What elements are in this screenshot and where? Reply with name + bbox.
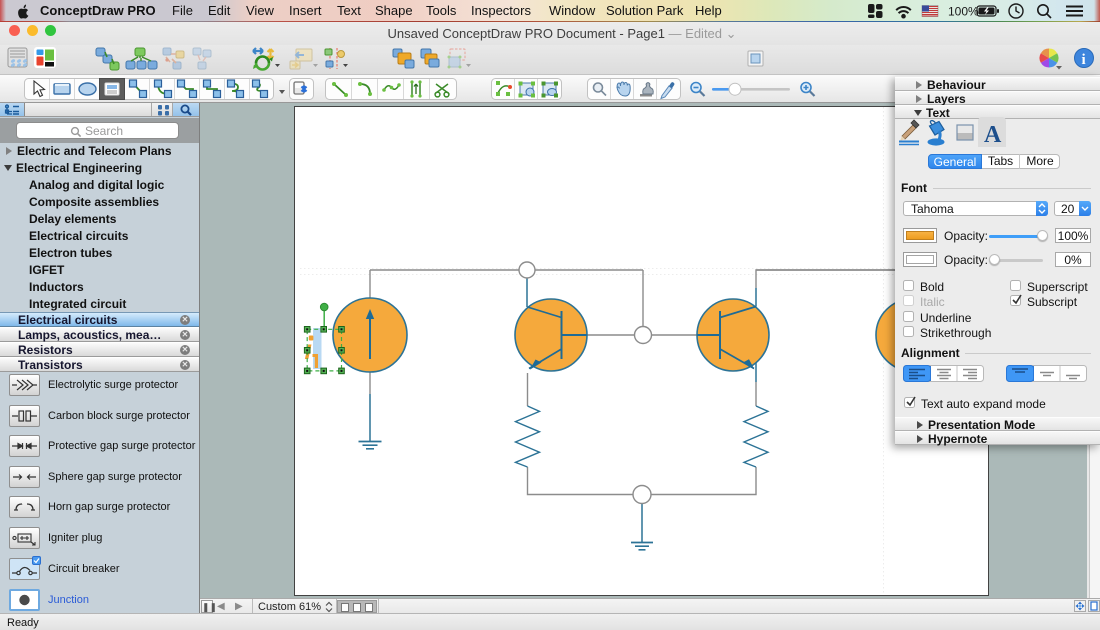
svg-text:i: i — [1082, 52, 1086, 68]
svg-text:100%: 100% — [948, 5, 979, 19]
svg-text:A: A — [984, 122, 1002, 147]
